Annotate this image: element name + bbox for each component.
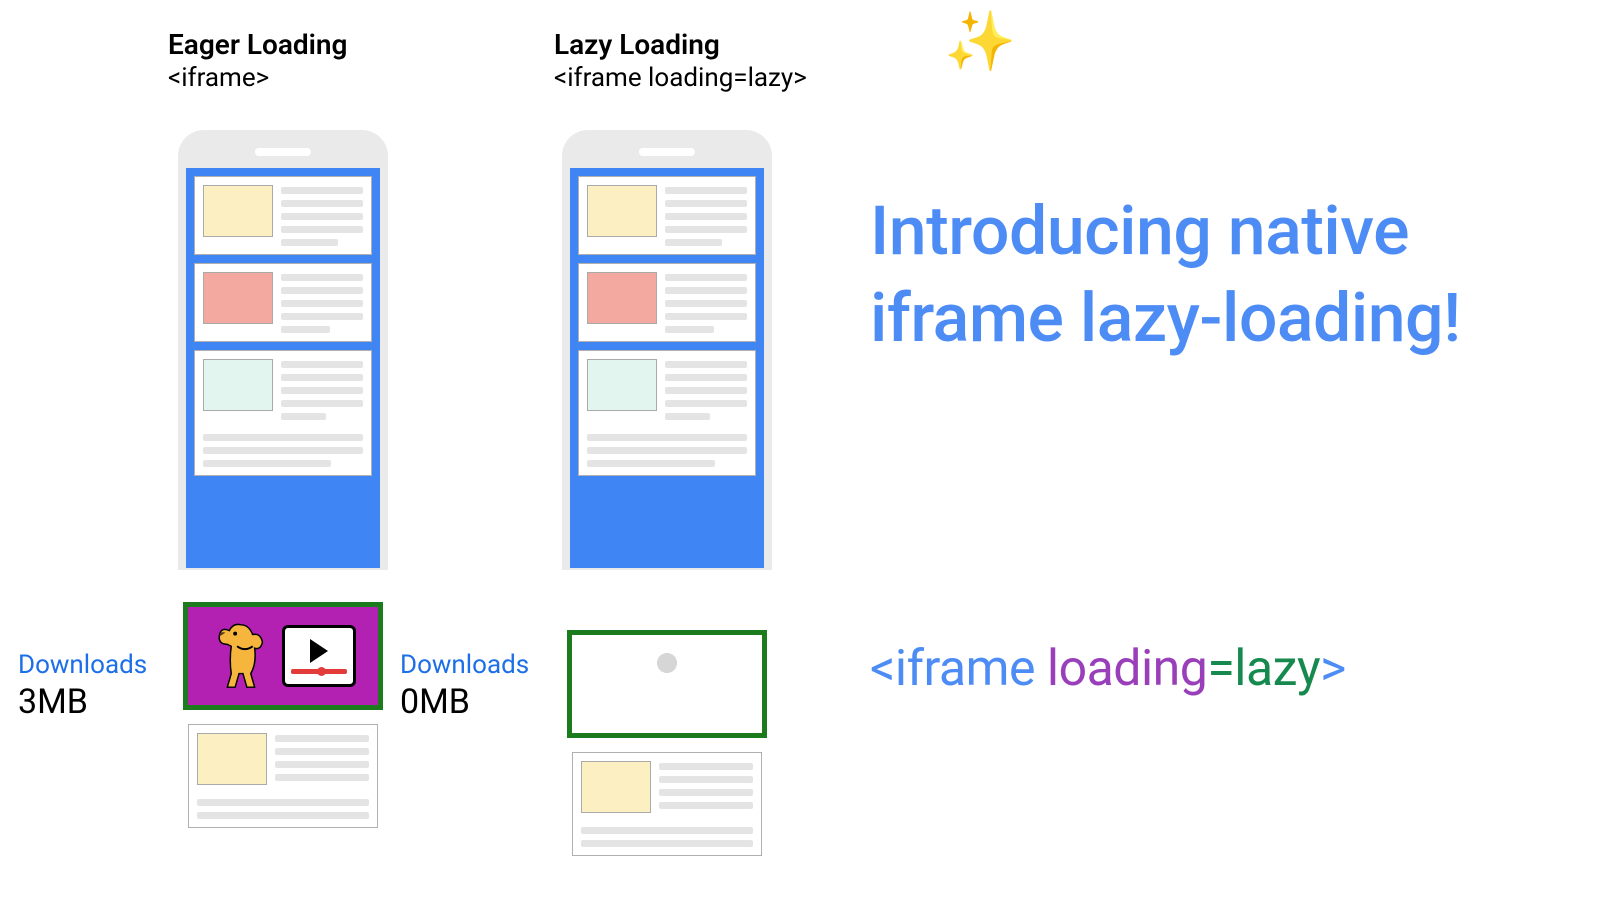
text-lines bbox=[659, 761, 753, 813]
thumbnail-red bbox=[203, 272, 273, 324]
code-snippet: <iframe loading=lazy> bbox=[870, 640, 1346, 698]
content-card bbox=[194, 263, 372, 342]
content-card bbox=[572, 752, 762, 856]
text-lines bbox=[281, 185, 363, 246]
eager-download-label: Downloads 3MB bbox=[18, 650, 147, 722]
lazy-code: <iframe loading=lazy> bbox=[554, 63, 807, 93]
eager-header: Eager Loading <iframe> bbox=[168, 28, 347, 93]
phone-speaker bbox=[255, 148, 311, 156]
text-lines bbox=[665, 185, 747, 246]
lazy-header: Lazy Loading <iframe loading=lazy> bbox=[554, 28, 807, 93]
thumbnail-yellow bbox=[197, 733, 267, 785]
thumbnail-teal bbox=[587, 359, 657, 411]
thumbnail-teal bbox=[203, 359, 273, 411]
code-val: lazy bbox=[1234, 640, 1320, 698]
phone-screen bbox=[186, 168, 380, 568]
downloads-word: Downloads bbox=[18, 650, 147, 680]
text-lines bbox=[665, 359, 747, 420]
text-lines bbox=[275, 733, 369, 785]
dog-icon bbox=[210, 617, 272, 695]
text-lines bbox=[665, 272, 747, 333]
code-attr: loading bbox=[1047, 640, 1207, 698]
iframe-loaded bbox=[183, 602, 383, 710]
content-card bbox=[188, 724, 378, 828]
content-card bbox=[578, 350, 756, 476]
content-card bbox=[194, 350, 372, 476]
text-lines bbox=[281, 359, 363, 420]
eager-code: <iframe> bbox=[168, 63, 347, 93]
play-icon bbox=[310, 639, 328, 663]
phone-speaker bbox=[639, 148, 695, 156]
thumbnail-red bbox=[587, 272, 657, 324]
code-bracket: > bbox=[1320, 640, 1346, 698]
code-tag: iframe bbox=[895, 640, 1035, 698]
content-card bbox=[578, 263, 756, 342]
downloads-word: Downloads bbox=[400, 650, 529, 680]
thumbnail-yellow bbox=[581, 761, 651, 813]
code-bracket: < bbox=[870, 640, 895, 698]
lazy-below-fold bbox=[562, 630, 772, 856]
eager-title: Eager Loading bbox=[168, 28, 347, 61]
lazy-phone bbox=[562, 130, 772, 570]
downloads-amount: 0MB bbox=[400, 682, 529, 722]
iframe-placeholder bbox=[567, 630, 767, 738]
downloads-amount: 3MB bbox=[18, 682, 147, 722]
lazy-title: Lazy Loading bbox=[554, 28, 807, 61]
content-card bbox=[194, 176, 372, 255]
text-lines bbox=[281, 272, 363, 333]
thumbnail-yellow bbox=[203, 185, 273, 237]
content-card bbox=[578, 176, 756, 255]
video-player-icon bbox=[282, 625, 356, 687]
lazy-download-label: Downloads 0MB bbox=[400, 650, 529, 722]
sparkles-icon: ✨ bbox=[944, 8, 1016, 76]
loading-spinner-icon bbox=[638, 655, 696, 713]
thumbnail-yellow bbox=[587, 185, 657, 237]
code-eq: = bbox=[1207, 640, 1234, 698]
phone-screen bbox=[570, 168, 764, 568]
progress-bar bbox=[291, 669, 347, 674]
eager-below-fold bbox=[178, 630, 388, 828]
eager-phone bbox=[178, 130, 388, 570]
headline: Introducing native iframe lazy-loading! bbox=[870, 188, 1600, 362]
